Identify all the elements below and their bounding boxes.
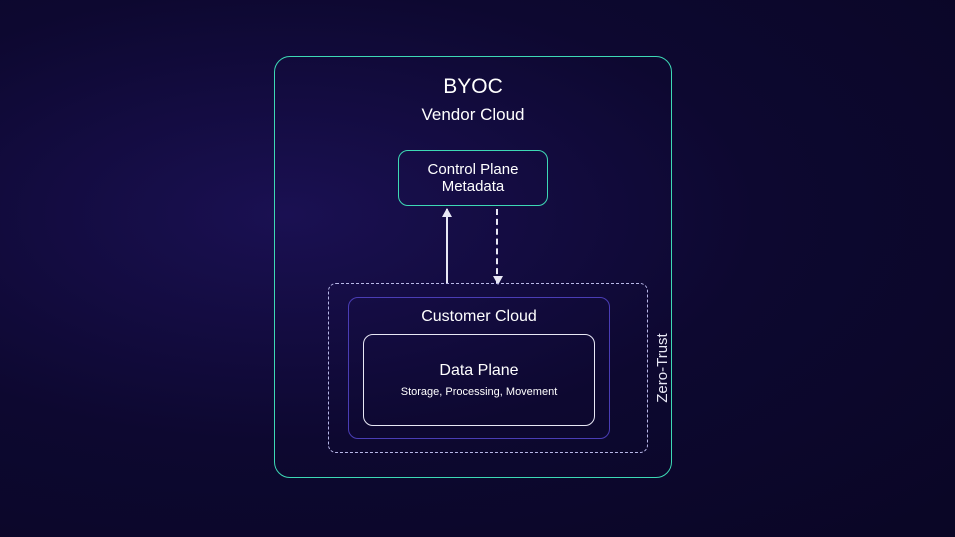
data-plane-box: Data Plane Storage, Processing, Movement — [363, 334, 595, 426]
control-plane-subtitle: Metadata — [442, 178, 505, 195]
control-plane-box: Control Plane Metadata — [398, 150, 548, 206]
customer-cloud-title: Customer Cloud — [349, 308, 609, 326]
data-plane-title: Data Plane — [439, 362, 518, 380]
data-plane-subtitle: Storage, Processing, Movement — [401, 386, 558, 398]
byoc-title: BYOC — [275, 75, 671, 99]
control-plane-title: Control Plane — [428, 161, 519, 178]
zero-trust-label: Zero-Trust — [654, 333, 671, 402]
byoc-subtitle: Vendor Cloud — [275, 105, 671, 125]
diagram-canvas: BYOC Vendor Cloud Control Plane Metadata… — [0, 0, 955, 537]
arrow-up-solid — [446, 209, 448, 284]
arrow-down-dashed — [496, 209, 498, 284]
